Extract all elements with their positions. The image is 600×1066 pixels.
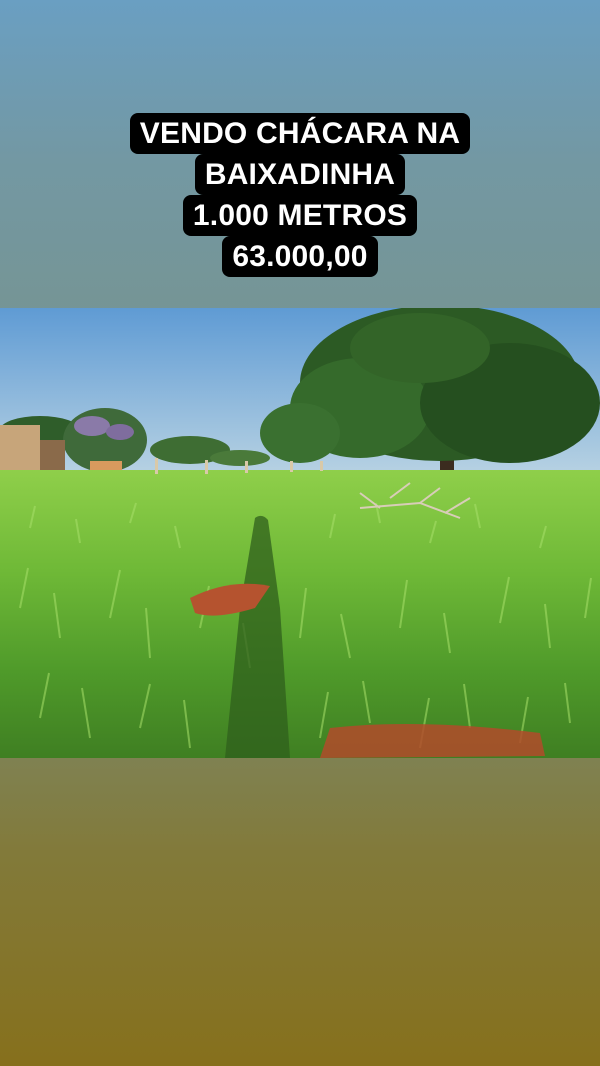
caption-line-1: VENDO CHÁCARA NA — [129, 113, 471, 154]
caption-line-3: 1.000 METROS — [182, 195, 418, 236]
grass-field — [0, 470, 600, 758]
photo-scene — [0, 308, 600, 758]
story-caption: VENDO CHÁCARA NA BAIXADINHA 1.000 METROS… — [0, 113, 600, 277]
caption-line-2: BAIXADINHA — [194, 154, 406, 195]
property-photo — [0, 308, 600, 758]
caption-line-4: 63.000,00 — [222, 236, 378, 277]
